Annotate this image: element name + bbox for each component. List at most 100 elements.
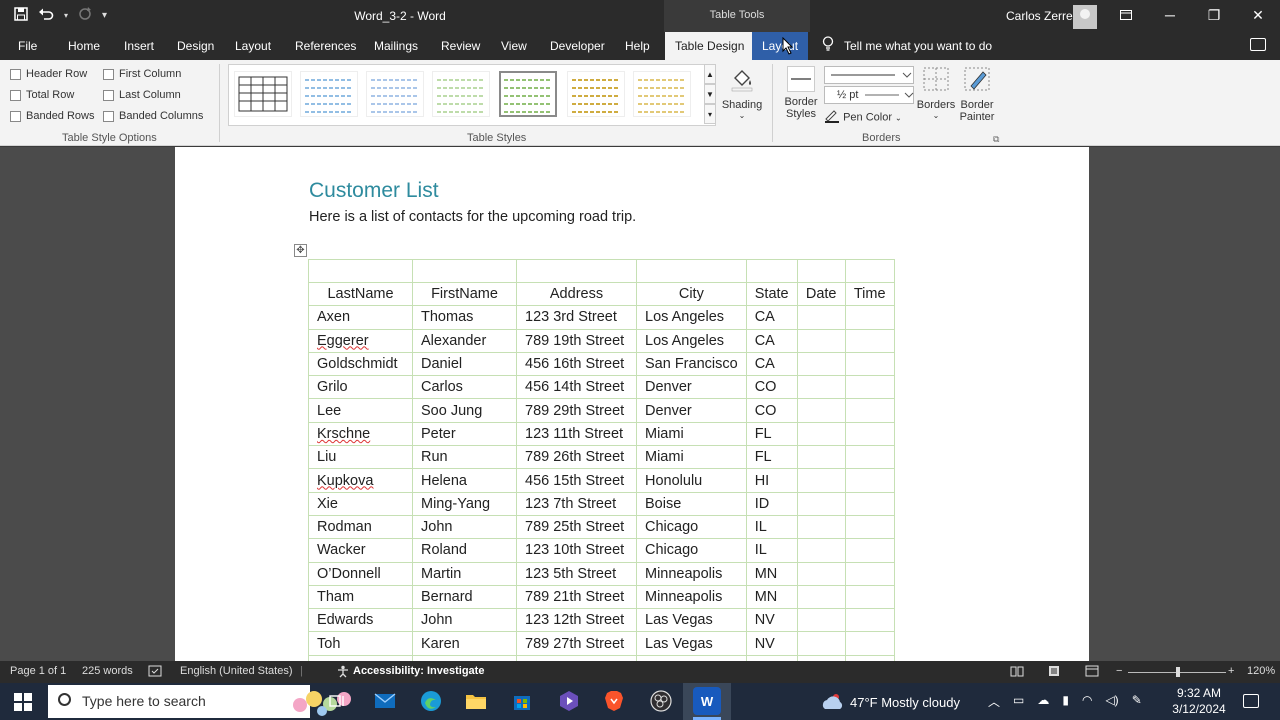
cell-city[interactable]: Chicago	[636, 514, 747, 540]
edge-icon[interactable]	[417, 687, 445, 715]
taskbar-search[interactable]: Type here to search	[48, 685, 351, 718]
header-row-checkbox[interactable]: Header Row	[10, 68, 87, 80]
cell-time[interactable]	[844, 631, 895, 656]
cell-address[interactable]: 456 14th Street	[516, 375, 637, 400]
cell-city[interactable]: Denver	[636, 375, 747, 400]
cell-lastname[interactable]: Krschne	[308, 421, 413, 447]
cell-time[interactable]	[844, 375, 895, 400]
cell-state[interactable]: MN	[745, 584, 798, 610]
close-icon[interactable]: ✕	[1236, 0, 1280, 32]
cell-state[interactable]: CO	[745, 375, 798, 400]
tab-mailings[interactable]: Mailings	[364, 32, 428, 60]
cell-time[interactable]	[844, 351, 895, 377]
page-count[interactable]: Page 1 of 1	[10, 665, 66, 677]
cell-state[interactable]: HI	[745, 468, 798, 493]
cell-state[interactable]: NV	[745, 631, 798, 656]
cell-time[interactable]	[844, 305, 895, 330]
meet-now-icon[interactable]: ▭	[1013, 693, 1024, 710]
file-explorer-icon[interactable]	[462, 687, 490, 715]
tab-home[interactable]: Home	[58, 32, 110, 60]
borders-dialog-launcher-icon[interactable]: ⧉	[993, 134, 999, 145]
border-painter-button[interactable]: Border Painter	[956, 66, 998, 123]
cell-state[interactable]: FL	[745, 421, 798, 447]
mail-icon[interactable]	[371, 687, 399, 715]
cell-lastname[interactable]: Edwards	[308, 608, 413, 633]
header-cell-address[interactable]: Address	[516, 281, 637, 307]
cell-state[interactable]: FL	[745, 445, 798, 470]
cell-address[interactable]: 123 11th Street	[516, 421, 637, 447]
accessibility-status[interactable]: Accessibility: Investigate	[353, 665, 484, 677]
cell-time[interactable]	[844, 608, 895, 633]
cell-date[interactable]	[796, 491, 846, 516]
cell-lastname[interactable]: Goldschmidt	[308, 351, 413, 377]
table-style-light-blue[interactable]	[366, 71, 424, 117]
cell-city[interactable]: Minneapolis	[636, 584, 747, 610]
tab-references[interactable]: References	[285, 32, 366, 60]
cell-lastname[interactable]: Tham	[308, 584, 413, 610]
cell-time[interactable]	[844, 398, 895, 423]
cell-state[interactable]: NV	[745, 608, 798, 633]
tab-help[interactable]: Help	[615, 32, 660, 60]
cell-date[interactable]	[796, 608, 846, 633]
cell-date[interactable]	[796, 445, 846, 470]
cell-firstname[interactable]: Alexander	[412, 328, 517, 353]
cell-address[interactable]: 456 15th Street	[516, 468, 637, 493]
cell-time[interactable]	[844, 421, 895, 447]
cell-date[interactable]	[796, 584, 846, 610]
cell-city[interactable]: Miami	[636, 421, 747, 447]
cell-lastname[interactable]: Toh	[308, 631, 413, 656]
table-cell[interactable]	[745, 259, 798, 283]
cell-firstname[interactable]: Helena	[412, 468, 517, 493]
save-icon[interactable]	[14, 6, 28, 26]
pen-color-button[interactable]: Pen Color ⌄	[824, 109, 914, 126]
cell-time[interactable]	[844, 538, 895, 563]
cell-lastname[interactable]: Xie	[308, 491, 413, 516]
table-style-plain-grid[interactable]	[234, 71, 292, 117]
web-layout-icon[interactable]	[1085, 665, 1099, 680]
cell-date[interactable]	[796, 398, 846, 423]
cell-address[interactable]: 789 25th Street	[516, 514, 637, 540]
cell-date[interactable]	[796, 561, 846, 586]
cell-city[interactable]: Minneapolis	[636, 561, 747, 586]
cell-time[interactable]	[844, 514, 895, 540]
customize-qat-icon[interactable]: ▾	[102, 6, 107, 26]
zoom-level[interactable]: 120%	[1247, 665, 1275, 677]
cell-lastname[interactable]: Grilo	[308, 375, 413, 400]
cell-city[interactable]: Los Angeles	[636, 305, 747, 330]
minimize-icon[interactable]: ─	[1148, 0, 1192, 32]
cell-time[interactable]	[844, 445, 895, 470]
media-app-icon[interactable]	[555, 687, 583, 715]
header-cell-time[interactable]: Time	[844, 281, 895, 307]
chevron-up-icon[interactable]: ︿	[988, 693, 1000, 710]
cell-city[interactable]: Denver	[636, 398, 747, 423]
cell-city[interactable]: Las Vegas	[636, 608, 747, 633]
cell-state[interactable]: ID	[745, 491, 798, 516]
clock[interactable]: 9:32 AM 3/12/2024	[1166, 685, 1232, 717]
cell-date[interactable]	[796, 421, 846, 447]
cell-lastname[interactable]: Kupkova	[308, 468, 413, 493]
weather-widget[interactable]: 47°F Mostly cloudy	[820, 693, 960, 714]
pen-workspace-icon[interactable]: ✎	[1132, 693, 1142, 710]
cell-firstname[interactable]: Carlos	[412, 375, 517, 400]
word-count[interactable]: 225 words	[82, 665, 133, 677]
cell-firstname[interactable]: Thomas	[412, 305, 517, 330]
read-mode-icon[interactable]	[1010, 665, 1024, 680]
cell-date[interactable]	[796, 538, 846, 563]
language[interactable]: English (United States)	[180, 665, 293, 677]
brave-icon[interactable]	[600, 687, 628, 715]
header-cell-city[interactable]: City	[636, 281, 747, 307]
header-cell-lastname[interactable]: LastName	[308, 281, 413, 307]
cell-lastname[interactable]: Eggerer	[308, 328, 413, 353]
cell-date[interactable]	[796, 351, 846, 377]
border-styles-button[interactable]: Border Styles	[780, 66, 822, 120]
print-layout-icon[interactable]	[1047, 665, 1061, 680]
microphone-icon[interactable]: ▮	[1062, 693, 1069, 710]
last-column-checkbox[interactable]: Last Column	[103, 89, 181, 101]
cell-city[interactable]: Boise	[636, 491, 747, 516]
tab-table-layout[interactable]: Layout	[752, 32, 809, 60]
table-cell[interactable]	[636, 259, 747, 283]
borders-button[interactable]: Borders ⌄	[916, 66, 956, 120]
ribbon-display-options-icon[interactable]	[1104, 0, 1148, 32]
banded-columns-checkbox[interactable]: Banded Columns	[103, 110, 203, 122]
table-cell[interactable]	[796, 259, 846, 283]
